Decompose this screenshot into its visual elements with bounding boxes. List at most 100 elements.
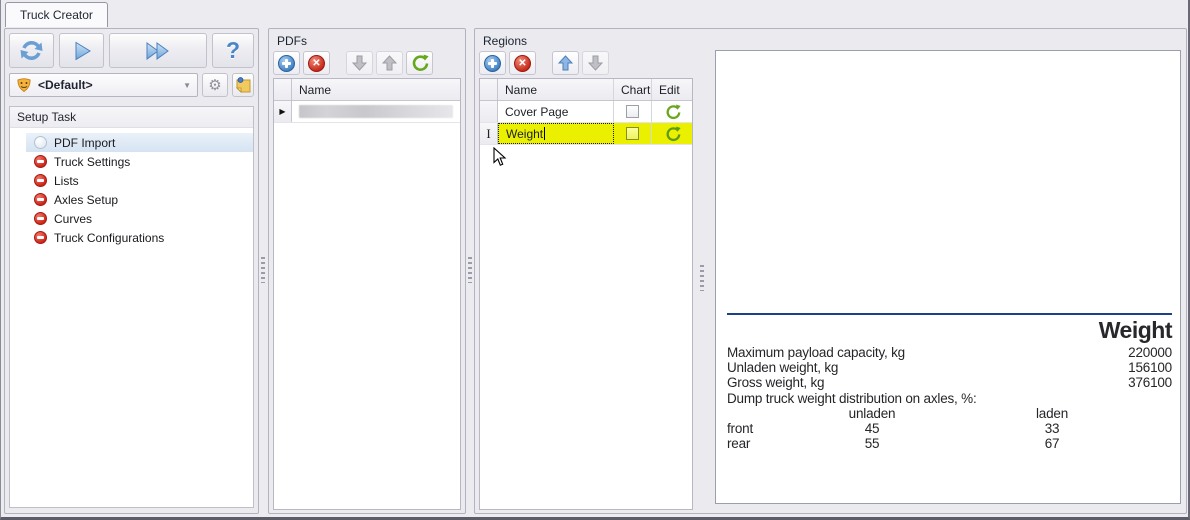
run-to-end-button[interactable] xyxy=(109,33,207,68)
task-truck-configurations[interactable]: Truck Configurations xyxy=(10,228,253,247)
region-move-down-button[interactable] xyxy=(582,51,609,75)
task-pdf-import[interactable]: PDF Import xyxy=(26,133,253,152)
row-selector-header xyxy=(274,79,292,100)
run-all-button[interactable] xyxy=(9,33,54,68)
spec-row: Maximum payload capacity, kg 220000 xyxy=(727,345,1172,360)
mask-icon xyxy=(17,78,31,93)
blocked-icon xyxy=(34,155,47,168)
weight-spec-block: Maximum payload capacity, kg 220000 Unla… xyxy=(727,345,1172,451)
regions-grid-header: Name Chart Edit xyxy=(480,79,692,101)
region-add-button[interactable] xyxy=(479,51,506,75)
task-label: Lists xyxy=(54,173,79,188)
dist-value: 67 xyxy=(1044,436,1060,452)
chart-checkbox[interactable] xyxy=(626,105,639,118)
dist-value: 55 xyxy=(864,436,880,452)
truck-creator-window: Truck Creator ? <Default> ▼ ⚙ Setup Task… xyxy=(0,0,1190,520)
splitter-grip xyxy=(468,257,472,283)
spec-row: Unladen weight, kg 156100 xyxy=(727,360,1172,375)
blocked-icon xyxy=(34,174,47,187)
pdf-move-down-button[interactable] xyxy=(346,51,373,75)
setup-panel: ? <Default> ▼ ⚙ Setup Task PDF Import Tr… xyxy=(4,28,259,514)
play-icon xyxy=(75,41,91,60)
spec-value: 220000 xyxy=(1128,345,1172,360)
spec-value: 376100 xyxy=(1128,375,1172,391)
refresh-green-icon xyxy=(412,54,429,71)
profile-value: <Default> xyxy=(38,78,93,92)
region-name-value: Weight xyxy=(506,126,544,141)
blocked-icon xyxy=(34,231,47,244)
profile-row: <Default> ▼ ⚙ xyxy=(5,70,258,100)
pdf-refresh-button[interactable] xyxy=(406,51,433,75)
dist-corner xyxy=(727,406,797,421)
pdf-add-button[interactable] xyxy=(273,51,300,75)
pdfs-panel: PDFs ✕ Name ▶ xyxy=(268,28,466,514)
redacted-filename xyxy=(299,105,453,118)
edit-region-icon[interactable] xyxy=(665,125,681,142)
notes-button[interactable] xyxy=(232,73,254,97)
pdfs-grid: Name ▶ xyxy=(273,78,461,510)
regions-panel: Regions ✕ Name Chart Edit Cover Page I W… xyxy=(474,28,1187,514)
mouse-cursor xyxy=(493,146,507,173)
region-row-weight[interactable]: I Weight xyxy=(480,123,692,145)
edit-column-header[interactable]: Edit xyxy=(652,79,692,100)
profile-select[interactable]: <Default> ▼ xyxy=(9,73,198,97)
help-button[interactable]: ? xyxy=(212,33,254,68)
delete-icon: ✕ xyxy=(308,54,325,72)
blocked-icon xyxy=(34,212,47,225)
region-delete-button[interactable]: ✕ xyxy=(509,51,536,75)
setup-toolbar: ? xyxy=(5,29,258,70)
setup-task-list: PDF Import Truck Settings Lists Axles Se… xyxy=(10,128,253,247)
task-label: Axles Setup xyxy=(54,192,119,207)
chart-cell xyxy=(614,101,652,122)
text-caret xyxy=(544,127,546,140)
spec-label: Gross weight, kg xyxy=(727,375,825,391)
edit-region-icon[interactable] xyxy=(665,103,681,120)
spec-row: Gross weight, kg 376100 xyxy=(727,375,1172,390)
pdf-delete-button[interactable]: ✕ xyxy=(303,51,330,75)
pdfs-name-column-header[interactable]: Name xyxy=(292,79,460,100)
tab-label: Truck Creator xyxy=(20,8,93,22)
add-icon xyxy=(484,54,501,72)
blocked-icon xyxy=(34,193,47,206)
run-step-button[interactable] xyxy=(59,33,104,68)
chart-column-header[interactable]: Chart xyxy=(614,79,652,100)
pdf-row[interactable]: ▶ xyxy=(274,101,460,123)
dist-header-unladen: unladen xyxy=(848,405,896,421)
pdfs-title: PDFs xyxy=(277,34,307,48)
splitter-middle[interactable] xyxy=(467,28,474,514)
pdf-page: Weight Maximum payload capacity, kg 2200… xyxy=(727,51,1173,503)
arrow-down-icon xyxy=(352,55,367,71)
task-label: Truck Settings xyxy=(54,154,131,169)
spec-label: Unladen weight, kg xyxy=(727,360,839,376)
splitter-grip xyxy=(261,257,265,283)
pdf-preview-pane[interactable]: Weight Maximum payload capacity, kg 2200… xyxy=(715,50,1181,504)
pdfs-toolbar: ✕ xyxy=(269,49,465,78)
dist-header-laden: laden xyxy=(1035,405,1069,421)
note-icon xyxy=(235,77,250,93)
pdf-move-up-button[interactable] xyxy=(376,51,403,75)
splitter-preview[interactable] xyxy=(699,50,706,508)
name-column-header[interactable]: Name xyxy=(498,79,614,100)
region-move-up-button[interactable] xyxy=(552,51,579,75)
region-name-cell[interactable]: Cover Page xyxy=(498,101,614,122)
edit-mode-icon: I xyxy=(486,125,491,141)
splitter-left[interactable] xyxy=(260,28,267,514)
task-truck-settings[interactable]: Truck Settings xyxy=(10,152,253,171)
chart-checkbox[interactable] xyxy=(626,127,639,140)
chart-cell xyxy=(614,123,652,144)
task-lists[interactable]: Lists xyxy=(10,171,253,190)
spec-value: 156100 xyxy=(1128,360,1172,376)
regions-grid: Name Chart Edit Cover Page I Weight xyxy=(479,78,693,510)
task-curves[interactable]: Curves xyxy=(10,209,253,228)
dist-value: 33 xyxy=(1044,421,1060,437)
tab-truck-creator[interactable]: Truck Creator xyxy=(5,2,108,27)
pdf-name-cell[interactable] xyxy=(292,101,460,122)
distribution-caption: Dump truck weight distribution on axles,… xyxy=(727,390,977,406)
task-axles-setup[interactable]: Axles Setup xyxy=(10,190,253,209)
region-name-editor[interactable]: Weight xyxy=(498,123,614,144)
delete-icon: ✕ xyxy=(514,54,531,72)
settings-button[interactable]: ⚙ xyxy=(202,73,228,97)
region-row-cover-page[interactable]: Cover Page xyxy=(480,101,692,123)
arrow-up-icon xyxy=(382,55,397,71)
tab-bar: Truck Creator xyxy=(1,0,1188,27)
